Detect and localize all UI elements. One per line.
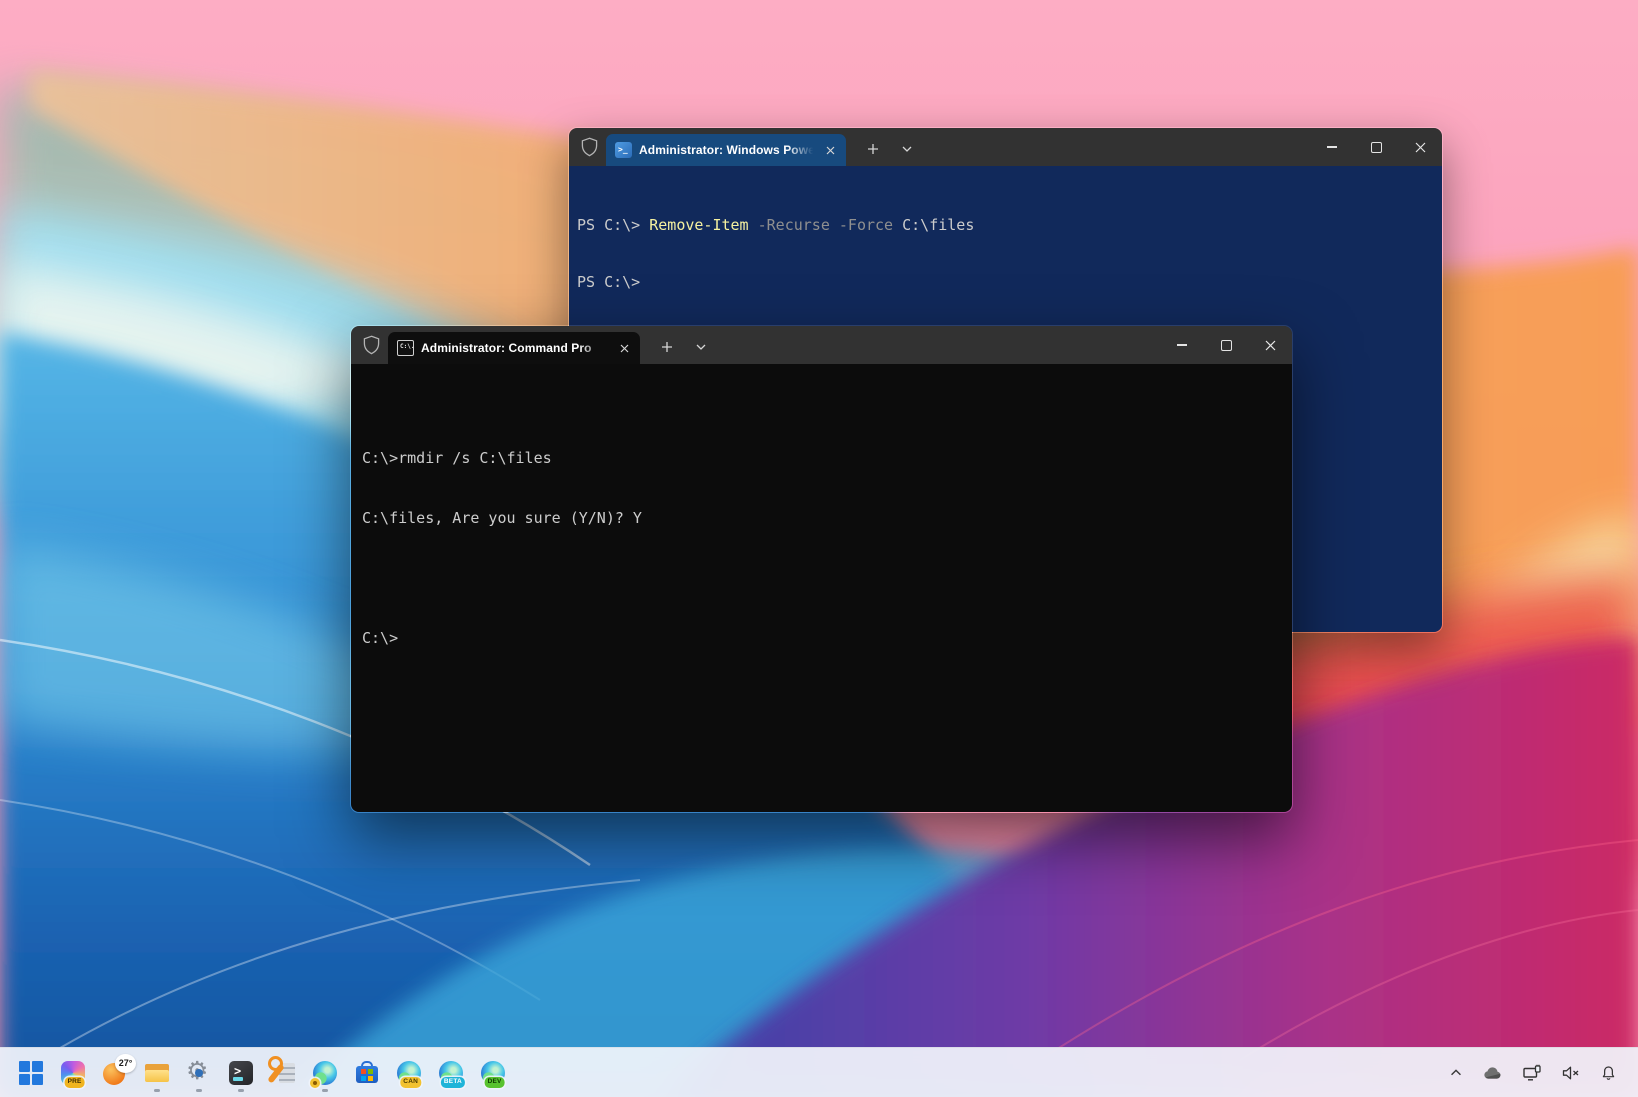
terminal-line <box>362 568 1280 588</box>
microsoft-store-icon <box>354 1060 380 1086</box>
ps-command: Remove-Item <box>649 216 748 234</box>
running-indicator <box>154 1089 160 1092</box>
powershell-titlebar[interactable]: Administrator: Windows Powe <box>569 128 1442 166</box>
terminal-line: PS C:\> <box>577 273 1434 292</box>
settings-gear-icon <box>186 1060 212 1086</box>
taskbar-weather-button[interactable]: 27° <box>96 1052 134 1094</box>
volume-muted-icon[interactable] <box>1558 1062 1584 1084</box>
desktop: Administrator: Windows Powe PS C:\> Remo… <box>0 0 1638 1097</box>
admin-shield-icon <box>580 137 599 157</box>
dev-badge: DEV <box>485 1077 505 1088</box>
maximize-button[interactable] <box>1354 128 1398 166</box>
edge-canary-icon: CAN <box>396 1060 422 1086</box>
edge-badge-icon <box>310 1078 320 1088</box>
taskbar-file-explorer-button[interactable] <box>138 1052 176 1094</box>
cmd-titlebar[interactable]: Administrator: Command Pro <box>351 326 1292 364</box>
powershell-tab[interactable]: Administrator: Windows Powe <box>606 134 846 166</box>
powershell-tab-close-icon[interactable] <box>822 142 838 158</box>
beta-badge: BETA <box>441 1077 465 1088</box>
copilot-pre-badge: PRE <box>65 1077 85 1088</box>
tab-dropdown-button[interactable] <box>688 334 714 360</box>
notifications-bell-icon[interactable] <box>1597 1061 1620 1085</box>
close-button[interactable] <box>1248 326 1292 364</box>
terminal-line: C:\>rmdir /s C:\files <box>362 448 1280 468</box>
file-explorer-icon <box>144 1060 170 1086</box>
edge-icon <box>312 1060 338 1086</box>
ps-argument: C:\files <box>893 216 974 234</box>
ps-prompt: PS C:\> <box>577 216 649 234</box>
maximize-button[interactable] <box>1204 326 1248 364</box>
edge-dev-icon: DEV <box>480 1060 506 1086</box>
taskbar-edge-button[interactable] <box>306 1052 344 1094</box>
close-button[interactable] <box>1398 128 1442 166</box>
tools-wrench-icon <box>270 1060 296 1086</box>
tray-chevron-up-icon[interactable] <box>1445 1062 1467 1084</box>
taskbar-apps: PRE 27° <box>0 1052 512 1094</box>
cmd-tab-close-icon[interactable] <box>616 340 632 356</box>
taskbar: PRE 27° <box>0 1047 1638 1097</box>
weather-temp: 27° <box>115 1054 136 1073</box>
system-tray <box>1445 1061 1638 1085</box>
cmd-tab-title: Administrator: Command Pro <box>421 341 609 355</box>
taskbar-copilot-button[interactable]: PRE <box>54 1052 92 1094</box>
ps-prompt: PS C:\> <box>577 273 640 291</box>
powershell-icon <box>615 142 632 158</box>
new-tab-button[interactable] <box>860 136 886 162</box>
taskbar-edge-beta-button[interactable]: BETA <box>432 1052 470 1094</box>
ps-parameter: -Recurse <box>749 216 830 234</box>
cmd-tab[interactable]: Administrator: Command Pro <box>388 332 640 364</box>
running-indicator <box>322 1089 328 1092</box>
taskbar-terminal-button[interactable] <box>222 1052 260 1094</box>
terminal-line: C:\> <box>362 628 1280 648</box>
powershell-tab-title: Administrator: Windows Powe <box>639 143 815 157</box>
taskbar-edge-canary-button[interactable]: CAN <box>390 1052 428 1094</box>
running-indicator <box>196 1089 202 1092</box>
taskbar-edge-dev-button[interactable]: DEV <box>474 1052 512 1094</box>
minimize-button[interactable] <box>1160 326 1204 364</box>
canary-badge: CAN <box>400 1077 421 1088</box>
terminal-line: PS C:\> Remove-Item -Recurse -Force C:\f… <box>577 216 1434 235</box>
taskbar-store-button[interactable] <box>348 1052 386 1094</box>
copilot-icon: PRE <box>60 1060 86 1086</box>
new-tab-button[interactable] <box>654 334 680 360</box>
taskbar-tools-button[interactable] <box>264 1052 302 1094</box>
edge-beta-icon: BETA <box>438 1060 464 1086</box>
start-button[interactable] <box>12 1052 50 1094</box>
running-indicator <box>238 1089 244 1092</box>
admin-shield-icon <box>362 335 381 355</box>
windows-start-icon <box>19 1061 43 1085</box>
cmd-icon <box>397 340 414 356</box>
onedrive-cloud-icon[interactable] <box>1480 1062 1506 1084</box>
taskbar-settings-button[interactable] <box>180 1052 218 1094</box>
cmd-window: Administrator: Command Pro C:\>rmdir /s … <box>350 325 1293 813</box>
ps-parameter: -Force <box>830 216 893 234</box>
minimize-button[interactable] <box>1310 128 1354 166</box>
cmd-terminal[interactable]: C:\>rmdir /s C:\files C:\files, Are you … <box>351 364 1292 813</box>
windows-terminal-icon <box>229 1061 253 1085</box>
network-icon[interactable] <box>1519 1061 1545 1085</box>
weather-sun-icon: 27° <box>103 1061 127 1085</box>
terminal-line: C:\files, Are you sure (Y/N)? Y <box>362 508 1280 528</box>
tab-dropdown-button[interactable] <box>894 136 920 162</box>
